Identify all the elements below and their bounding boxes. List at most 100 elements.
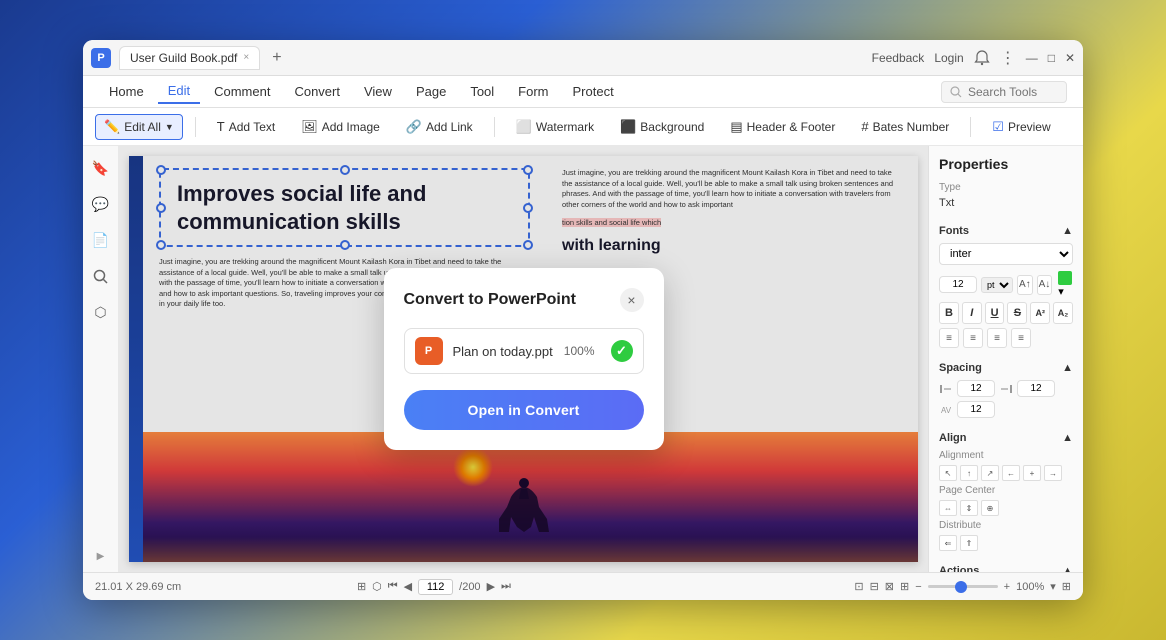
format-buttons-row: B I U S A² A₂: [939, 302, 1073, 324]
fit-page-icon[interactable]: ⊞: [357, 580, 366, 593]
new-tab-btn[interactable]: +: [272, 49, 281, 67]
view-mode-btn[interactable]: ⊡: [854, 580, 863, 593]
align-top-center[interactable]: ↑: [960, 465, 978, 481]
add-image-btn[interactable]: 🖼 Add Image: [292, 114, 389, 140]
menu-comment[interactable]: Comment: [204, 80, 280, 103]
fit-options-btn[interactable]: ▾: [1050, 580, 1056, 593]
font-size-down-btn[interactable]: A↓: [1037, 275, 1053, 295]
search-tools-input[interactable]: [968, 85, 1058, 99]
notification-icon[interactable]: [974, 50, 990, 66]
actions-section-title[interactable]: Actions ▲: [939, 565, 1073, 572]
menu-form[interactable]: Form: [508, 80, 558, 103]
char-spacing-input[interactable]: [957, 401, 995, 418]
subscript-btn[interactable]: A₂: [1053, 302, 1073, 324]
menu-edit[interactable]: Edit: [158, 79, 200, 104]
fonts-section-title[interactable]: Fonts ▲: [939, 225, 1073, 237]
add-text-btn[interactable]: T Add Text: [208, 114, 284, 139]
italic-btn[interactable]: I: [962, 302, 982, 324]
first-page-btn[interactable]: ⏮: [388, 580, 398, 593]
distribute-label: Distribute: [939, 520, 1073, 531]
dist-vert-btn[interactable]: ⇑: [960, 535, 978, 551]
spacing-right-input[interactable]: [1017, 380, 1055, 397]
search-tools[interactable]: [941, 81, 1067, 103]
menu-protect[interactable]: Protect: [563, 80, 624, 103]
fullscreen-btn[interactable]: ⊠: [885, 580, 894, 593]
modal-file-row: P Plan on today.ppt 100% ✓: [404, 328, 644, 374]
align-mid-right[interactable]: →: [1044, 465, 1062, 481]
status-center: ⊞ ⬡ ⏮ ◀ /200 ▶ ⏭: [357, 579, 511, 595]
add-link-btn[interactable]: 🔗 Add Link: [397, 114, 482, 140]
grid-view-btn[interactable]: ⊞: [1062, 580, 1071, 593]
center-horiz-btn[interactable]: ⇔: [939, 500, 957, 516]
type-label: Type: [939, 182, 1073, 193]
feedback-btn[interactable]: Feedback: [872, 51, 925, 65]
sidebar-comment[interactable]: 💬: [87, 190, 115, 218]
maximize-btn[interactable]: □: [1048, 51, 1055, 65]
app-icon: P: [91, 48, 111, 68]
align-section: Align ▲ Alignment ↖ ↑ ↗ ← + → Page Cente…: [939, 432, 1073, 555]
last-page-btn[interactable]: ⏭: [501, 580, 511, 593]
bold-btn[interactable]: B: [939, 302, 959, 324]
login-btn[interactable]: Login: [934, 51, 963, 65]
grid-btn[interactable]: ⊞: [900, 580, 909, 593]
prev-page-btn[interactable]: ◀: [404, 580, 412, 593]
underline-btn[interactable]: U: [985, 302, 1005, 324]
actions-section: Actions ▲ ↺ ↻ ↔ ↕ ⊡ ⊞ ≡▾ |▾: [939, 565, 1073, 572]
align-mid-center[interactable]: +: [1023, 465, 1041, 481]
background-btn[interactable]: ⬛ Background: [611, 114, 713, 140]
status-right: ⊡ ⊟ ⊠ ⊞ − + 100% ▾ ⊞: [854, 580, 1071, 593]
center-vert-btn[interactable]: ⇕: [960, 500, 978, 516]
font-family-select[interactable]: inter Arial Times New Roman: [939, 243, 1073, 265]
align-section-title[interactable]: Align ▲: [939, 432, 1073, 444]
strikethrough-btn[interactable]: S: [1007, 302, 1027, 324]
align-top-left[interactable]: ↖: [939, 465, 957, 481]
preview-btn[interactable]: ☑ Preview: [983, 114, 1059, 140]
next-page-btn[interactable]: ▶: [487, 580, 495, 593]
dist-horiz-btn[interactable]: ⇐: [939, 535, 957, 551]
align-center-btn[interactable]: ≡: [963, 328, 983, 348]
minimize-btn[interactable]: —: [1026, 51, 1038, 65]
sidebar-collapse-btn[interactable]: ▶: [93, 548, 109, 564]
align-justify-btn[interactable]: ≡: [1011, 328, 1031, 348]
distribute-row: ⇐ ⇑: [939, 535, 1073, 551]
file-tab[interactable]: User Guild Book.pdf ×: [119, 46, 260, 70]
fit-width-btn[interactable]: ⊟: [870, 580, 879, 593]
zoom-in-btn[interactable]: +: [1004, 581, 1010, 593]
close-btn[interactable]: ✕: [1065, 51, 1075, 65]
current-page-input[interactable]: [418, 579, 453, 595]
font-size-unit-select[interactable]: pt: [981, 277, 1013, 293]
sidebar-search[interactable]: [87, 262, 115, 290]
font-size-input[interactable]: [939, 276, 977, 293]
spacing-section: Spacing ▲ AV: [939, 362, 1073, 422]
modal-close-btn[interactable]: ×: [620, 288, 644, 312]
watermark-btn[interactable]: ⬜ Watermark: [507, 114, 603, 140]
menu-convert[interactable]: Convert: [284, 80, 350, 103]
bates-number-btn[interactable]: # Bates Number: [852, 114, 958, 139]
menu-page[interactable]: Page: [406, 80, 456, 103]
sidebar-page[interactable]: 📄: [87, 226, 115, 254]
sidebar-bookmark[interactable]: 🔖: [87, 154, 115, 182]
menu-home[interactable]: Home: [99, 80, 154, 103]
more-options-icon[interactable]: ⋮: [1000, 48, 1016, 68]
sidebar-layers[interactable]: ⬡: [87, 298, 115, 326]
header-footer-btn[interactable]: ▤ Header & Footer: [721, 114, 844, 140]
tab-close-btn[interactable]: ×: [243, 52, 249, 63]
align-right-btn[interactable]: ≡: [987, 328, 1007, 348]
center-both-btn[interactable]: ⊕: [981, 500, 999, 516]
zoom-slider[interactable]: [928, 585, 998, 588]
font-size-up-btn[interactable]: A↑: [1017, 275, 1033, 295]
spacing-left-input[interactable]: [957, 380, 995, 397]
align-mid-left[interactable]: ←: [1002, 465, 1020, 481]
open-in-convert-btn[interactable]: Open in Convert: [404, 390, 644, 430]
cursor-icon[interactable]: ⬡: [372, 580, 382, 593]
zoom-level: 100%: [1016, 581, 1044, 593]
zoom-out-btn[interactable]: −: [915, 581, 921, 593]
spacing-section-title[interactable]: Spacing ▲: [939, 362, 1073, 374]
align-left-btn[interactable]: ≡: [939, 328, 959, 348]
superscript-btn[interactable]: A²: [1030, 302, 1050, 324]
align-top-right[interactable]: ↗: [981, 465, 999, 481]
menu-view[interactable]: View: [354, 80, 402, 103]
menu-tool[interactable]: Tool: [460, 80, 504, 103]
font-size-row: pt A↑ A↓ ▾: [939, 271, 1073, 298]
edit-all-btn[interactable]: ✏️ Edit All ▼: [95, 114, 183, 140]
